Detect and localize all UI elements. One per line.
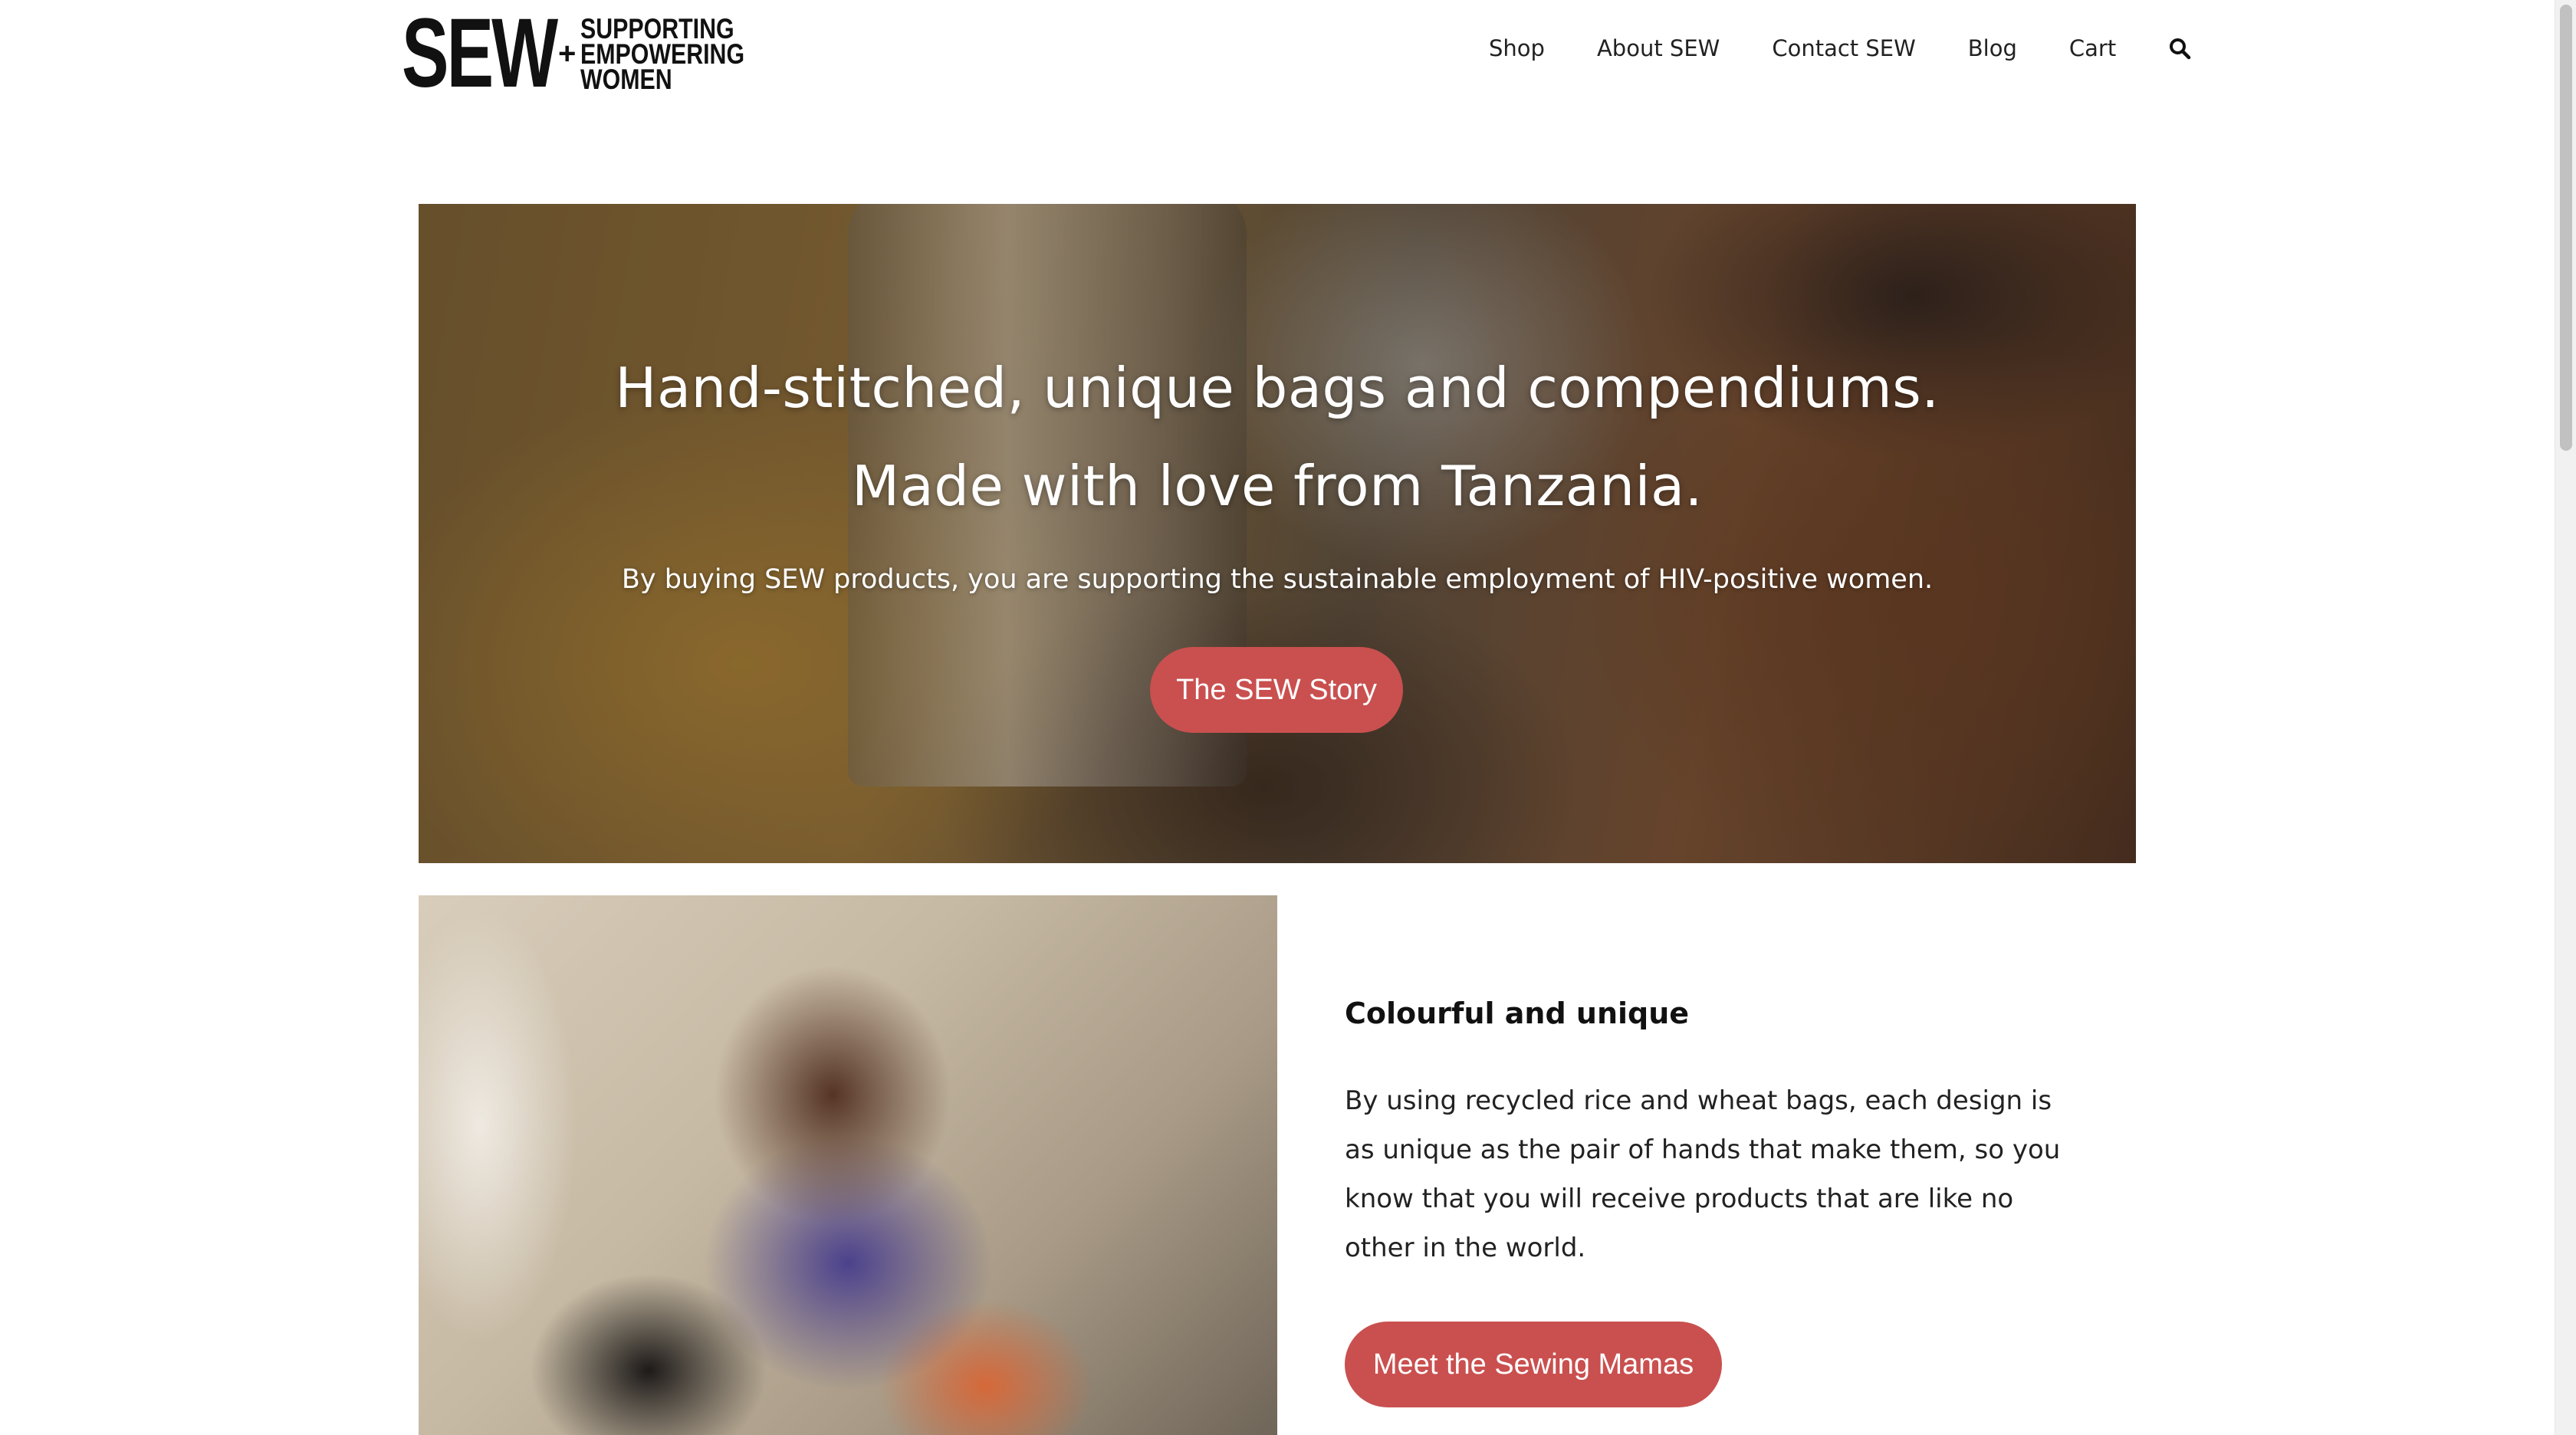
hero-subtitle: By buying SEW products, you are supporti… <box>621 564 1934 595</box>
scrollbar-thumb[interactable] <box>2560 5 2572 451</box>
hero-title-line-1: Hand-stitched, unique bags and compendiu… <box>615 356 1940 420</box>
search-icon[interactable] <box>2168 37 2191 60</box>
nav-contact-sew[interactable]: Contact SEW <box>1772 35 1915 61</box>
hero-banner: Hand-stitched, unique bags and compendiu… <box>419 204 2136 863</box>
hero-content: Hand-stitched, unique bags and compendiu… <box>419 204 2136 863</box>
nav-blog[interactable]: Blog <box>1968 35 2017 61</box>
sewing-mama-photo <box>419 895 1277 1435</box>
meet-sewing-mamas-button[interactable]: Meet the Sewing Mamas <box>1345 1322 1722 1407</box>
logo-tagline: SUPPORTING EMPOWERING WOMEN <box>580 15 780 95</box>
feature-body: By using recycled rice and wheat bags, e… <box>1345 1085 2061 1263</box>
nav-about-sew[interactable]: About SEW <box>1597 35 1720 61</box>
logo-plus: + <box>558 36 577 71</box>
feature-text: Colourful and unique By using recycled r… <box>1345 997 2081 1272</box>
site-header: SEW + SUPPORTING EMPOWERING WOMEN Shop A… <box>0 0 2555 115</box>
hero-title: Hand-stitched, unique bags and compendiu… <box>419 339 2136 535</box>
main-nav: Shop About SEW Contact SEW Blog Cart <box>1489 35 2191 61</box>
nav-shop[interactable]: Shop <box>1489 35 1545 61</box>
logo-wordmark: SEW <box>402 0 558 108</box>
hero-title-line-2: Made with love from Tanzania. <box>852 454 1703 518</box>
page: SEW + SUPPORTING EMPOWERING WOMEN Shop A… <box>0 0 2576 1435</box>
sew-story-button[interactable]: The SEW Story <box>1150 647 1403 733</box>
logo-line-women: WOMEN <box>580 63 673 95</box>
nav-cart[interactable]: Cart <box>2069 35 2116 61</box>
sew-logo[interactable]: SEW + SUPPORTING EMPOWERING WOMEN <box>402 5 780 103</box>
feature-heading: Colourful and unique <box>1345 997 1690 1030</box>
scrollbar[interactable] <box>2555 0 2576 1435</box>
